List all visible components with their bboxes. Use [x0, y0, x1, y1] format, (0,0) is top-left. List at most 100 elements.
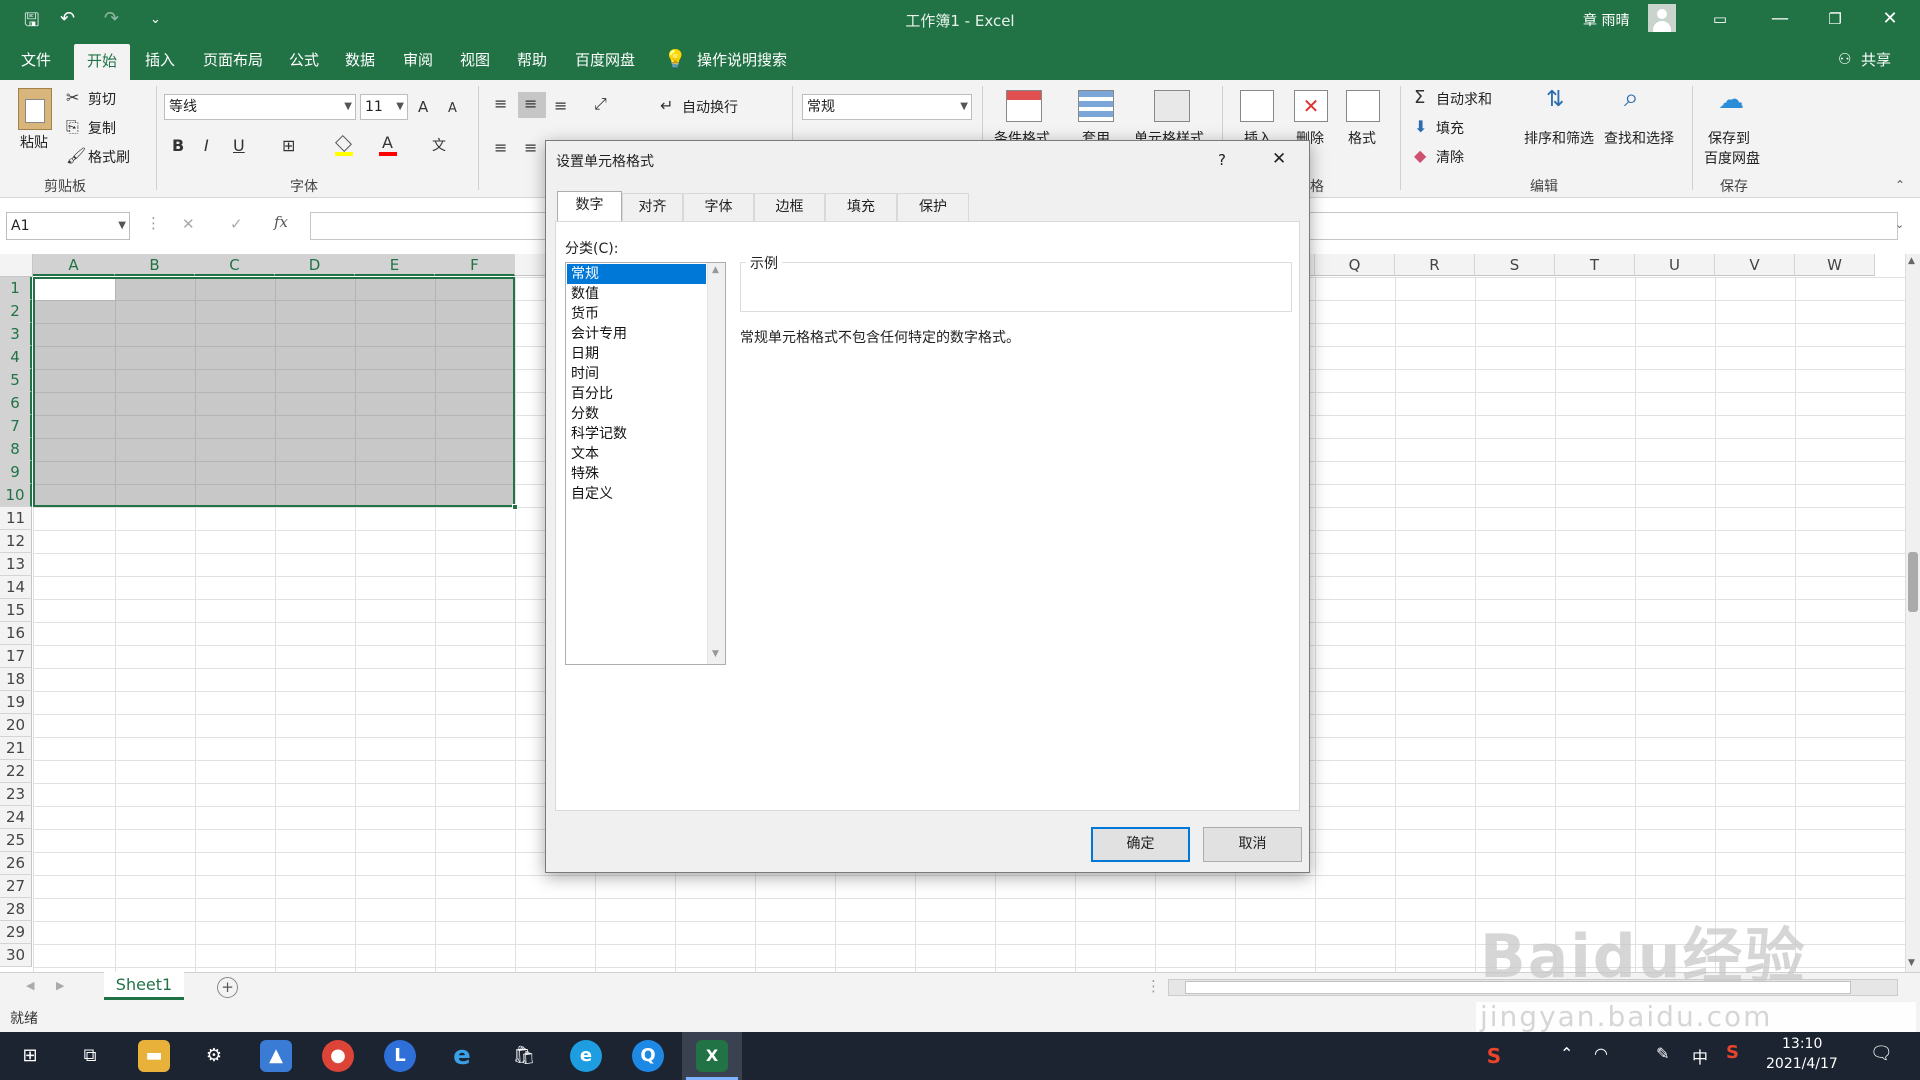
category-item[interactable]: 会计专用	[567, 324, 706, 344]
copy-button[interactable]: 复制	[88, 118, 116, 138]
ok-button[interactable]: 确定	[1091, 827, 1190, 862]
add-sheet-button[interactable]: +	[217, 977, 238, 998]
minimize-icon[interactable]: —	[1750, 0, 1810, 40]
l-app-icon[interactable]: L	[384, 1040, 416, 1072]
cut-button[interactable]: 剪切	[88, 89, 116, 109]
tray-up-icon[interactable]: ⌃	[1560, 1044, 1573, 1063]
sogou-tray-icon[interactable]: S	[1726, 1042, 1739, 1063]
row-header-14[interactable]: 14	[0, 576, 32, 599]
tab-data[interactable]: 数据	[336, 40, 384, 80]
row-header-13[interactable]: 13	[0, 553, 32, 576]
cancel-button[interactable]: 取消	[1203, 827, 1302, 862]
category-item[interactable]: 百分比	[567, 384, 706, 404]
taskbar-excel-active[interactable]: X	[682, 1032, 742, 1080]
row-header-11[interactable]: 11	[0, 507, 32, 530]
tab-home[interactable]: 开始	[74, 44, 130, 80]
column-header-c[interactable]: C	[195, 254, 275, 276]
column-header-q[interactable]: Q	[1315, 254, 1395, 276]
column-header-u[interactable]: U	[1635, 254, 1715, 276]
share-button[interactable]: 共享	[1856, 40, 1896, 80]
row-header-9[interactable]: 9	[0, 461, 32, 484]
find-select-button[interactable]: 查找和选择	[1604, 128, 1674, 148]
browser-e-icon[interactable]: e	[570, 1040, 602, 1072]
align-bottom-icon[interactable]: ≡	[554, 96, 567, 116]
format-as-table-icon[interactable]	[1078, 90, 1114, 122]
photos-icon[interactable]: ▲	[260, 1040, 292, 1072]
row-header-21[interactable]: 21	[0, 737, 32, 760]
column-header-f[interactable]: F	[435, 254, 515, 276]
shrink-font-icon[interactable]: A	[448, 99, 457, 119]
font-color-icon[interactable]: A	[382, 133, 393, 153]
category-item[interactable]: 常规	[567, 264, 706, 284]
start-icon[interactable]: ⊞	[14, 1040, 46, 1072]
tab-font[interactable]: 字体	[683, 193, 754, 221]
format-painter-icon[interactable]: 🖌	[66, 146, 86, 166]
share-icon[interactable]: ⚇	[1838, 50, 1851, 68]
row-header-18[interactable]: 18	[0, 668, 32, 691]
fill-button[interactable]: 填充	[1436, 118, 1464, 138]
prev-sheet-icon[interactable]: ◀	[26, 979, 34, 992]
category-scrollbar[interactable]: ▲ ▼	[707, 263, 725, 664]
save-to-baidu-button-line2[interactable]: 百度网盘	[1704, 148, 1760, 168]
format-cells-icon[interactable]	[1346, 90, 1380, 122]
row-header-19[interactable]: 19	[0, 691, 32, 714]
sort-filter-icon[interactable]: ⇅	[1546, 89, 1564, 111]
autosum-icon[interactable]: Σ	[1414, 88, 1425, 108]
row-header-28[interactable]: 28	[0, 898, 32, 921]
row-header-8[interactable]: 8	[0, 438, 32, 461]
sogou-icon[interactable]: S	[1478, 1040, 1510, 1072]
select-all-corner[interactable]	[0, 254, 33, 277]
tab-review[interactable]: 审阅	[394, 40, 442, 80]
wrap-text-icon[interactable]: ↵	[660, 96, 673, 116]
name-box[interactable]: A1 ▼	[6, 212, 130, 240]
row-header-10[interactable]: 10	[0, 484, 32, 507]
category-list[interactable]: 常规 数值 货币 会计专用 日期 时间 百分比 分数 科学记数 文本 特殊 自定义 ▲ ▼	[565, 262, 726, 665]
row-header-4[interactable]: 4	[0, 346, 32, 369]
close-icon[interactable]: ✕	[1860, 0, 1920, 40]
tab-file[interactable]: 文件	[10, 40, 62, 80]
clear-icon[interactable]: ◆	[1414, 146, 1426, 166]
clear-button[interactable]: 清除	[1436, 147, 1464, 167]
confirm-entry-icon[interactable]: ✓	[230, 215, 243, 233]
row-header-16[interactable]: 16	[0, 622, 32, 645]
dialog-close-icon[interactable]: ✕	[1272, 149, 1286, 169]
conditional-format-icon[interactable]	[1006, 90, 1042, 122]
tab-baidu-netdisk[interactable]: 百度网盘	[566, 40, 644, 80]
column-header-d[interactable]: D	[275, 254, 355, 276]
category-item[interactable]: 特殊	[567, 464, 706, 484]
tab-help[interactable]: 帮助	[508, 40, 556, 80]
network-icon[interactable]: ◠	[1594, 1044, 1608, 1063]
row-header-3[interactable]: 3	[0, 323, 32, 346]
notification-icon[interactable]: 🗨	[1870, 1043, 1893, 1064]
collapse-ribbon-icon[interactable]: ⌃	[1895, 178, 1905, 192]
font-size-combo[interactable]: 11 ▼	[360, 94, 408, 120]
active-cell-a1[interactable]	[35, 279, 115, 300]
row-header-24[interactable]: 24	[0, 806, 32, 829]
align-middle-icon[interactable]: ≡	[524, 94, 537, 114]
grow-font-icon[interactable]: A	[418, 97, 428, 117]
tab-fill[interactable]: 填充	[825, 193, 897, 221]
category-item[interactable]: 数值	[567, 284, 706, 304]
save-to-baidu-button-line1[interactable]: 保存到	[1708, 128, 1750, 148]
column-header-v[interactable]: V	[1715, 254, 1795, 276]
wrap-text-button[interactable]: 自动换行	[682, 97, 738, 117]
selected-range-a1-f10[interactable]	[33, 277, 518, 510]
cell-styles-icon[interactable]	[1154, 90, 1190, 122]
ie-icon[interactable]: e	[446, 1040, 478, 1072]
row-header-7[interactable]: 7	[0, 415, 32, 438]
file-explorer-icon[interactable]: ▬	[138, 1040, 170, 1072]
align-center-icon[interactable]: ≡	[524, 138, 537, 158]
row-header-30[interactable]: 30	[0, 944, 32, 967]
baidu-cloud-icon[interactable]: ☁	[1718, 87, 1744, 113]
row-header-22[interactable]: 22	[0, 760, 32, 783]
align-left-icon[interactable]: ≡	[494, 138, 507, 158]
paste-icon[interactable]	[18, 88, 52, 130]
borders-icon[interactable]: ⊞	[282, 136, 295, 156]
row-header-17[interactable]: 17	[0, 645, 32, 668]
sheet-tab-sheet1[interactable]: Sheet1	[104, 972, 184, 1000]
column-header-r[interactable]: R	[1395, 254, 1475, 276]
sort-filter-button[interactable]: 排序和筛选	[1524, 128, 1594, 148]
qq-browser-icon[interactable]: Q	[632, 1040, 664, 1072]
row-header-27[interactable]: 27	[0, 875, 32, 898]
fill-icon[interactable]: ⬇	[1414, 117, 1427, 137]
